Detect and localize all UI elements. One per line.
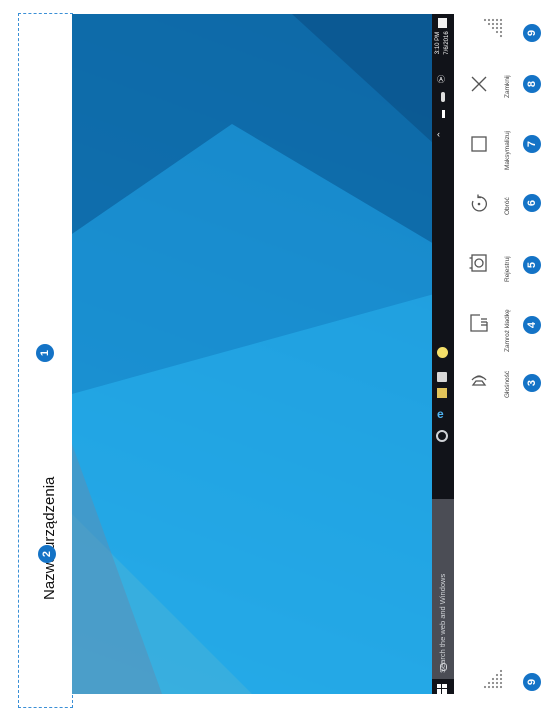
callout-badge-9-bottom: 9 [523, 673, 541, 691]
callout-badge-2: 2 [38, 545, 56, 563]
device-name-label-wrap: Nazwa urządzenia [34, 420, 64, 600]
clock-date: 7/6/2016 [444, 31, 450, 55]
callout-badge-8: 8 [523, 75, 541, 93]
taskbar-clock[interactable]: 3:10 PM 7/6/2016 [432, 20, 454, 66]
capture-icon[interactable] [469, 253, 489, 278]
volume-tray-icon[interactable] [441, 92, 445, 102]
chevron-up-icon[interactable]: ‹ [437, 128, 449, 140]
volume-label: Głośność [504, 370, 511, 398]
callout-badge-1: 1 [36, 344, 54, 362]
desktop-wallpaper [72, 14, 434, 694]
battery-tray-icon[interactable] [442, 110, 445, 118]
taskbar-search-box[interactable]: Search the web and Windows [432, 499, 454, 679]
drag-grip-bottom-icon[interactable] [482, 668, 504, 695]
rotate-label: Obróć [504, 197, 511, 215]
device-name: Nazwa urządzenia [40, 476, 58, 600]
close-icon[interactable] [470, 75, 488, 98]
search-placeholder: Search the web and Windows [438, 573, 447, 673]
language-icon[interactable]: Ⓐ [437, 74, 449, 86]
capture-label: Rejestruj [504, 256, 511, 282]
file-explorer-icon[interactable] [437, 388, 447, 398]
pin-label: Zamroź kładkę [504, 309, 511, 352]
callout-badge-9-top: 9 [523, 24, 541, 42]
callout-badge-5: 5 [523, 256, 541, 274]
maximize-label: Maksymalizuj [504, 130, 511, 170]
callout-badge-4: 4 [523, 316, 541, 334]
rotate-icon[interactable] [469, 194, 489, 219]
speaker-icon[interactable] [469, 372, 489, 397]
drag-grip-top-icon[interactable] [482, 17, 504, 44]
callout-badge-6: 6 [523, 194, 541, 212]
taskbar: 3:10 PM 7/6/2016 Ⓐ ‹ e Search the web an… [432, 14, 454, 694]
clock-time: 3:10 PM [435, 31, 441, 55]
windows-start-icon[interactable] [437, 681, 447, 694]
app-pinned-yellow-icon[interactable] [437, 347, 448, 358]
callout-badge-7: 7 [523, 135, 541, 153]
maximize-icon[interactable] [470, 135, 488, 158]
task-view-icon[interactable] [436, 430, 448, 442]
pin-panel-icon[interactable] [469, 313, 489, 338]
close-label: Zamknij [504, 75, 511, 98]
edge-browser-icon[interactable]: e [437, 408, 449, 420]
callout-badge-3: 3 [523, 374, 541, 392]
store-icon[interactable] [437, 372, 447, 382]
